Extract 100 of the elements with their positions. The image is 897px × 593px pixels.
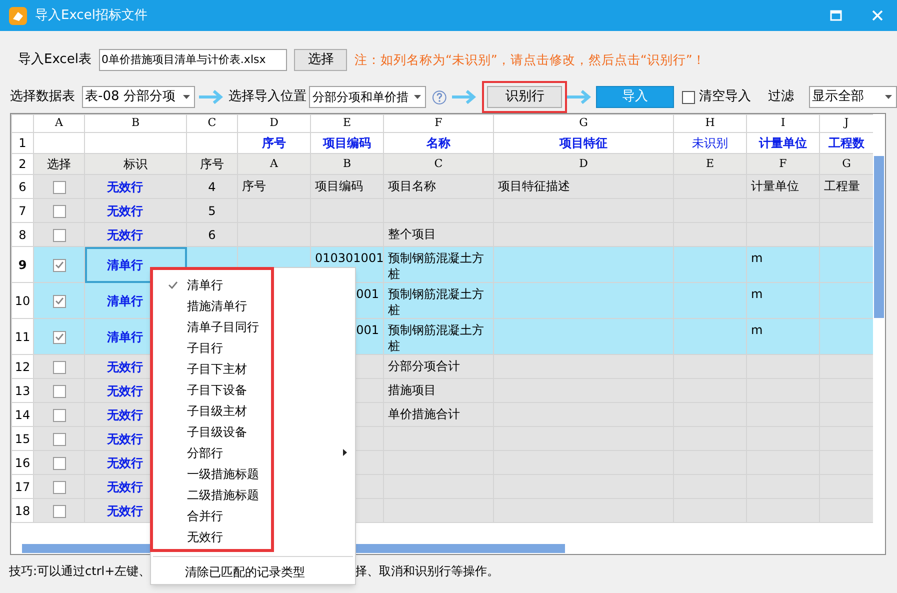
menu-item[interactable]: 子目级主材 (153, 400, 271, 421)
row-number: 12 (14, 360, 30, 374)
row-number: 11 (14, 330, 30, 344)
row-checkbox[interactable] (52, 360, 66, 374)
row-checkbox[interactable] (52, 294, 66, 308)
menu-item[interactable]: 子目下设备 (153, 379, 271, 400)
help-icon[interactable] (432, 90, 447, 104)
table-cell: 010301001 (315, 251, 384, 265)
row-checkbox[interactable] (52, 456, 66, 470)
column-header[interactable]: A (55, 116, 63, 130)
row-type[interactable]: 清单行 (107, 294, 143, 308)
table-cell: 序号 (200, 157, 224, 171)
caret-icon (414, 95, 421, 99)
table-cell: 预制钢筋混凝土方桩 (388, 251, 484, 281)
row-checkbox[interactable] (52, 258, 66, 272)
row-number: 15 (14, 432, 30, 446)
column-header[interactable]: C (208, 116, 216, 130)
row-number: 14 (14, 408, 30, 422)
table-cell: G (842, 156, 851, 170)
column-header[interactable]: I (780, 116, 786, 130)
column-header[interactable]: H (705, 116, 715, 130)
note-text: 注：如列名称为“未识别”，请点击修改，然后点击“识别行”！ (354, 50, 706, 69)
row-checkbox[interactable] (52, 228, 66, 242)
app-icon (9, 6, 27, 24)
row-number: 8 (18, 228, 26, 242)
row-type[interactable]: 清单行 (107, 330, 143, 344)
position-dropdown[interactable]: 分部分项和单价措 (309, 86, 426, 108)
menu-item[interactable]: 清除已匹配的记录类型 (151, 561, 355, 582)
table-cell: 001 (356, 323, 379, 337)
field-label: 过滤 (768, 88, 794, 106)
menu-item[interactable]: 措施清单行 (153, 295, 271, 316)
table-cell: B (342, 156, 352, 170)
row-checkbox[interactable] (52, 330, 66, 344)
caret-icon (182, 95, 190, 99)
row-number: 13 (14, 384, 30, 398)
caret-icon (885, 95, 892, 99)
table-cell: A (270, 156, 278, 170)
tip-text: 技巧:可以通过ctrl+左键、 (9, 564, 151, 578)
field-label: 选择导入位置 (228, 88, 306, 106)
table-cell: m (751, 323, 763, 337)
table-cell: 预制钢筋混凝土方桩 (388, 287, 484, 317)
row-checkbox[interactable] (52, 432, 66, 446)
menu-item[interactable]: 清单子目同行 (153, 316, 271, 337)
row-checkbox[interactable] (52, 204, 66, 218)
check-icon (168, 280, 178, 288)
menu-item[interactable]: 子目级设备 (153, 421, 271, 442)
table-cell: 计量单位 (751, 179, 799, 193)
menu-item[interactable]: 合并行 (153, 505, 271, 526)
column-header[interactable]: G (579, 116, 588, 130)
column-header[interactable]: B (131, 116, 140, 130)
menu-item[interactable]: 子目行 (153, 337, 271, 358)
column-mapping[interactable]: 项目特征 (560, 136, 608, 150)
row-checkbox[interactable] (52, 384, 66, 398)
row-checkbox[interactable] (52, 480, 66, 494)
menu-item[interactable]: 清单行 (153, 274, 271, 295)
column-header[interactable]: F (434, 116, 442, 130)
table-cell: 工程量 (824, 179, 860, 193)
menu-item[interactable]: 一级措施标题 (153, 463, 271, 484)
row-checkbox[interactable] (52, 408, 66, 422)
table-cell: 分部分项合计 (388, 359, 460, 373)
sheet-dropdown[interactable]: 表-08 分部分项 (82, 86, 195, 108)
row-number: 2 (18, 157, 26, 171)
column-header[interactable]: J (844, 116, 849, 130)
row-checkbox[interactable] (52, 180, 66, 194)
menu-item[interactable]: 二级措施标题 (153, 484, 271, 505)
table-cell: 项目特征描述 (498, 179, 570, 193)
column-header[interactable]: D (270, 116, 278, 130)
table-cell: 预制钢筋混凝土方桩 (388, 323, 484, 353)
table-cell: 项目编码 (315, 179, 363, 193)
table-cell: 序号 (242, 179, 266, 193)
maximize-icon[interactable] (830, 10, 842, 21)
row-number: 6 (18, 180, 26, 194)
row-number: 16 (14, 456, 30, 470)
filter-dropdown[interactable]: 显示全部 (809, 86, 897, 108)
row-number: 9 (18, 258, 27, 272)
arrow-icon (567, 90, 594, 104)
menu-item[interactable]: 子目下主材 (153, 358, 271, 379)
column-mapping[interactable]: 名称 (426, 136, 450, 150)
column-header[interactable]: E (342, 116, 352, 130)
row-checkbox[interactable] (52, 504, 66, 518)
tip-text: 择、取消和识别行等操作。 (355, 563, 499, 580)
row-number: 10 (14, 294, 30, 308)
clear-import-checkbox[interactable]: 清空导入 (682, 87, 752, 107)
field-label: 选择数据表 (10, 88, 75, 106)
recognize-button[interactable]: 识别行 (487, 86, 562, 108)
arrow-icon (452, 90, 478, 104)
row-type[interactable]: 清单行 (107, 258, 143, 272)
arrow-icon (198, 90, 224, 104)
close-icon[interactable] (872, 10, 883, 21)
table-cell: 选择 (47, 157, 71, 171)
row-number: 17 (14, 480, 30, 494)
menu-item[interactable]: 无效行 (153, 526, 271, 547)
table-cell: 6 (208, 228, 216, 242)
table-cell: F (779, 156, 787, 170)
table-cell: 5 (208, 204, 216, 218)
file-path-field[interactable]: 0单价措施项目清单与计价表.xlsx (99, 49, 288, 71)
table-cell: 整个项目 (388, 227, 436, 241)
choose-button[interactable]: 选择 (294, 49, 348, 71)
table-cell: 001 (356, 287, 379, 301)
menu-item[interactable]: 分部行 (153, 442, 271, 463)
